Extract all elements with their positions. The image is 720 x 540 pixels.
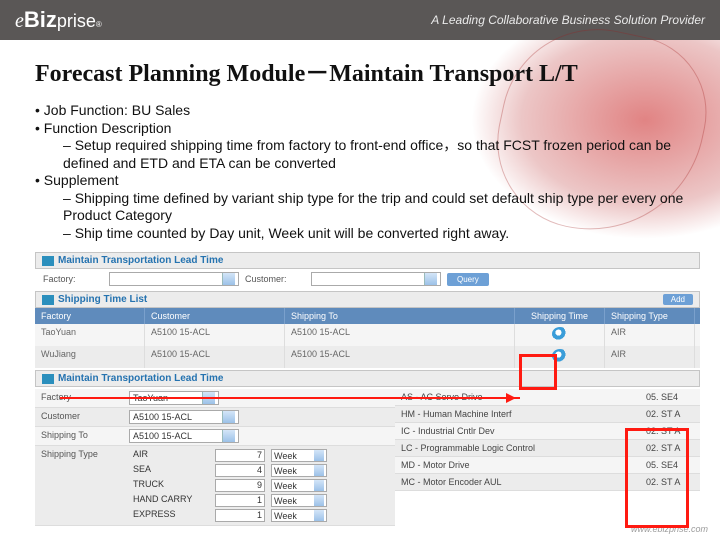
cat-code: 05. SE4 bbox=[640, 389, 700, 405]
panel-header-maintain: Maintain Transportation Lead Time bbox=[35, 252, 700, 269]
filter-row: Factory: Customer: Query bbox=[35, 269, 700, 289]
cat-desc: HM - Human Machine Interf bbox=[395, 406, 640, 422]
shippingto-label: Shipping To bbox=[35, 427, 125, 445]
type-hand: HAND CARRY bbox=[133, 494, 209, 507]
panel-title: Maintain Transportation Lead Time bbox=[58, 373, 223, 384]
unit-select[interactable]: Week bbox=[271, 449, 327, 462]
bullet-list: Job Function: BU Sales Function Descript… bbox=[35, 102, 700, 242]
cell-factory: TaoYuan bbox=[35, 324, 145, 346]
add-button[interactable]: Add bbox=[663, 294, 693, 305]
factory-select[interactable] bbox=[109, 272, 239, 286]
panel-header-maintain2: Maintain Transportation Lead Time bbox=[35, 370, 700, 387]
shippingtype-label: Shipping Type bbox=[35, 446, 125, 525]
magnifier-icon[interactable] bbox=[552, 327, 568, 341]
unit-select[interactable]: Week bbox=[271, 509, 327, 522]
cat-code: 02. ST A bbox=[640, 406, 700, 422]
table-row[interactable]: WuJiang A5100 15-ACL A5100 15-ACL AIR bbox=[35, 346, 700, 368]
cat-desc: LC - Programmable Logic Control bbox=[395, 440, 640, 456]
qty-input[interactable]: 1 bbox=[215, 494, 265, 507]
bullet-function-desc: Function Description bbox=[35, 120, 700, 138]
col-shippingto: Shipping To bbox=[285, 308, 515, 324]
cat-desc: MD - Motor Drive bbox=[395, 457, 640, 473]
col-factory: Factory bbox=[35, 308, 145, 324]
panel-icon bbox=[42, 295, 54, 305]
cell-shippingto: A5100 15-ACL bbox=[285, 324, 515, 346]
qty-input[interactable]: 9 bbox=[215, 479, 265, 492]
bullet-supplement-a: Shipping time defined by variant ship ty… bbox=[35, 190, 700, 225]
logo: e Biz prise ® bbox=[15, 7, 102, 33]
cell-shippingtype: AIR bbox=[605, 346, 695, 368]
panel-icon bbox=[42, 256, 54, 266]
customer-select2[interactable]: A5100 15-ACL bbox=[129, 410, 239, 424]
col-shippingtype: Shipping Type bbox=[605, 308, 695, 324]
col-shippingtime: Shipping Time bbox=[515, 308, 605, 324]
cell-factory: WuJiang bbox=[35, 346, 145, 368]
type-air: AIR bbox=[133, 449, 209, 462]
logo-e: e bbox=[15, 10, 24, 33]
panel-title: Maintain Transportation Lead Time bbox=[58, 255, 223, 266]
callout-box-codes bbox=[625, 428, 689, 528]
panel-icon bbox=[42, 374, 54, 384]
page-title: Forecast Planning Module－Maintain Transp… bbox=[35, 53, 700, 88]
callout-box-magnifier bbox=[519, 354, 557, 390]
qty-input[interactable]: 4 bbox=[215, 464, 265, 477]
bullet-function-desc-a: Setup required shipping time from factor… bbox=[35, 137, 700, 172]
bullet-supplement: Supplement bbox=[35, 172, 700, 190]
cat-desc: MC - Motor Encoder AUL bbox=[395, 474, 640, 490]
registered-icon: ® bbox=[96, 20, 102, 29]
panel-title: Shipping Time List bbox=[58, 294, 147, 305]
tagline: A Leading Collaborative Business Solutio… bbox=[431, 13, 705, 27]
logo-rest: prise bbox=[57, 11, 96, 32]
customer-label: Customer bbox=[35, 408, 125, 426]
unit-select[interactable]: Week bbox=[271, 494, 327, 507]
cell-shippingtype: AIR bbox=[605, 324, 695, 346]
callout-arrow bbox=[60, 397, 520, 399]
panel-header-list: Shipping Time List Add bbox=[35, 291, 700, 308]
customer-label: Customer: bbox=[245, 274, 305, 284]
bullet-supplement-b: Ship time counted by Day unit, Week unit… bbox=[35, 225, 700, 243]
cat-desc: IC - Industrial Cntlr Dev bbox=[395, 423, 640, 439]
cell-shippingto: A5100 15-ACL bbox=[285, 346, 515, 368]
shippingto-select[interactable]: A5100 15-ACL bbox=[129, 429, 239, 443]
table-header: Factory Customer Shipping To Shipping Ti… bbox=[35, 308, 700, 324]
type-truck: TRUCK bbox=[133, 479, 209, 492]
type-sea: SEA bbox=[133, 464, 209, 477]
logo-bold: Biz bbox=[24, 7, 57, 33]
col-customer: Customer bbox=[145, 308, 285, 324]
detail-form: FactoryTaoYuan CustomerA5100 15-ACL Ship… bbox=[35, 389, 395, 526]
unit-select[interactable]: Week bbox=[271, 479, 327, 492]
app-screenshot: Maintain Transportation Lead Time Factor… bbox=[35, 252, 700, 526]
customer-select[interactable] bbox=[311, 272, 441, 286]
qty-input[interactable]: 7 bbox=[215, 449, 265, 462]
unit-select[interactable]: Week bbox=[271, 464, 327, 477]
factory-label: Factory: bbox=[43, 274, 103, 284]
cell-customer: A5100 15-ACL bbox=[145, 324, 285, 346]
table-row[interactable]: TaoYuan A5100 15-ACL A5100 15-ACL AIR bbox=[35, 324, 700, 346]
type-express: EXPRESS bbox=[133, 509, 209, 522]
query-button[interactable]: Query bbox=[447, 273, 489, 286]
bullet-job-function: Job Function: BU Sales bbox=[35, 102, 700, 120]
cell-customer: A5100 15-ACL bbox=[145, 346, 285, 368]
qty-input[interactable]: 1 bbox=[215, 509, 265, 522]
cell-shippingtime[interactable] bbox=[515, 324, 605, 346]
